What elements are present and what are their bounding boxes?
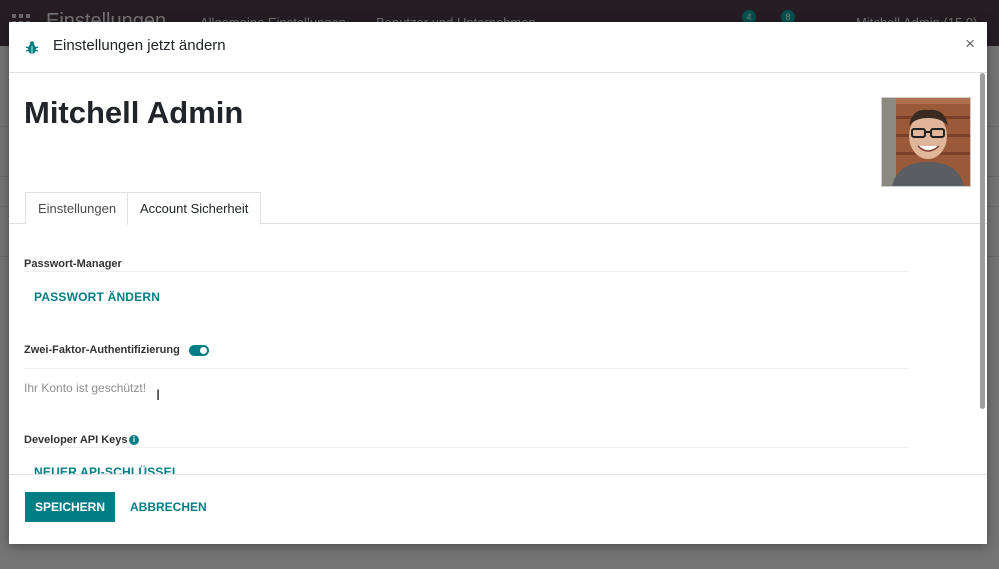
- two-factor-separator: [24, 368, 908, 369]
- info-icon[interactable]: i: [129, 435, 139, 445]
- avatar-image: [882, 98, 970, 186]
- dialog-body: Mitchell Admin Einstellungen Account Sic…: [9, 73, 987, 474]
- new-api-key-button[interactable]: NEUER API-SCHLÜSSEL: [34, 465, 179, 474]
- user-avatar[interactable]: [881, 97, 971, 187]
- dialog-title: Einstellungen jetzt ändern: [53, 37, 226, 54]
- dialog-scrollbar[interactable]: [980, 73, 985, 409]
- dialog-header: Einstellungen jetzt ändern ×: [9, 22, 987, 73]
- save-button[interactable]: SPEICHERN: [25, 492, 116, 522]
- password-manager-label: Passwort-Manager: [24, 258, 122, 270]
- two-factor-label: Zwei-Faktor-Authentifizierung: [24, 344, 180, 356]
- text-cursor-icon: I: [156, 388, 161, 404]
- password-separator: [24, 271, 908, 272]
- tab-einstellungen[interactable]: Einstellungen: [25, 192, 130, 224]
- bug-icon: [25, 41, 39, 54]
- api-keys-separator: [24, 447, 908, 448]
- close-button[interactable]: ×: [965, 34, 975, 54]
- tab-account-sicherheit[interactable]: Account Sicherheit: [127, 192, 262, 225]
- user-name-heading: Mitchell Admin: [24, 95, 244, 130]
- settings-dialog: Einstellungen jetzt ändern × Mitchell Ad…: [9, 22, 987, 544]
- change-password-button[interactable]: PASSWORT ÄNDERN: [34, 290, 160, 304]
- two-factor-toggle[interactable]: [189, 345, 209, 356]
- cancel-button[interactable]: ABBRECHEN: [130, 492, 207, 522]
- dialog-footer: SPEICHERN ABBRECHEN: [9, 474, 987, 545]
- two-factor-status: Ihr Konto ist geschützt!: [24, 381, 147, 395]
- api-keys-label: Developer API Keys: [24, 434, 128, 446]
